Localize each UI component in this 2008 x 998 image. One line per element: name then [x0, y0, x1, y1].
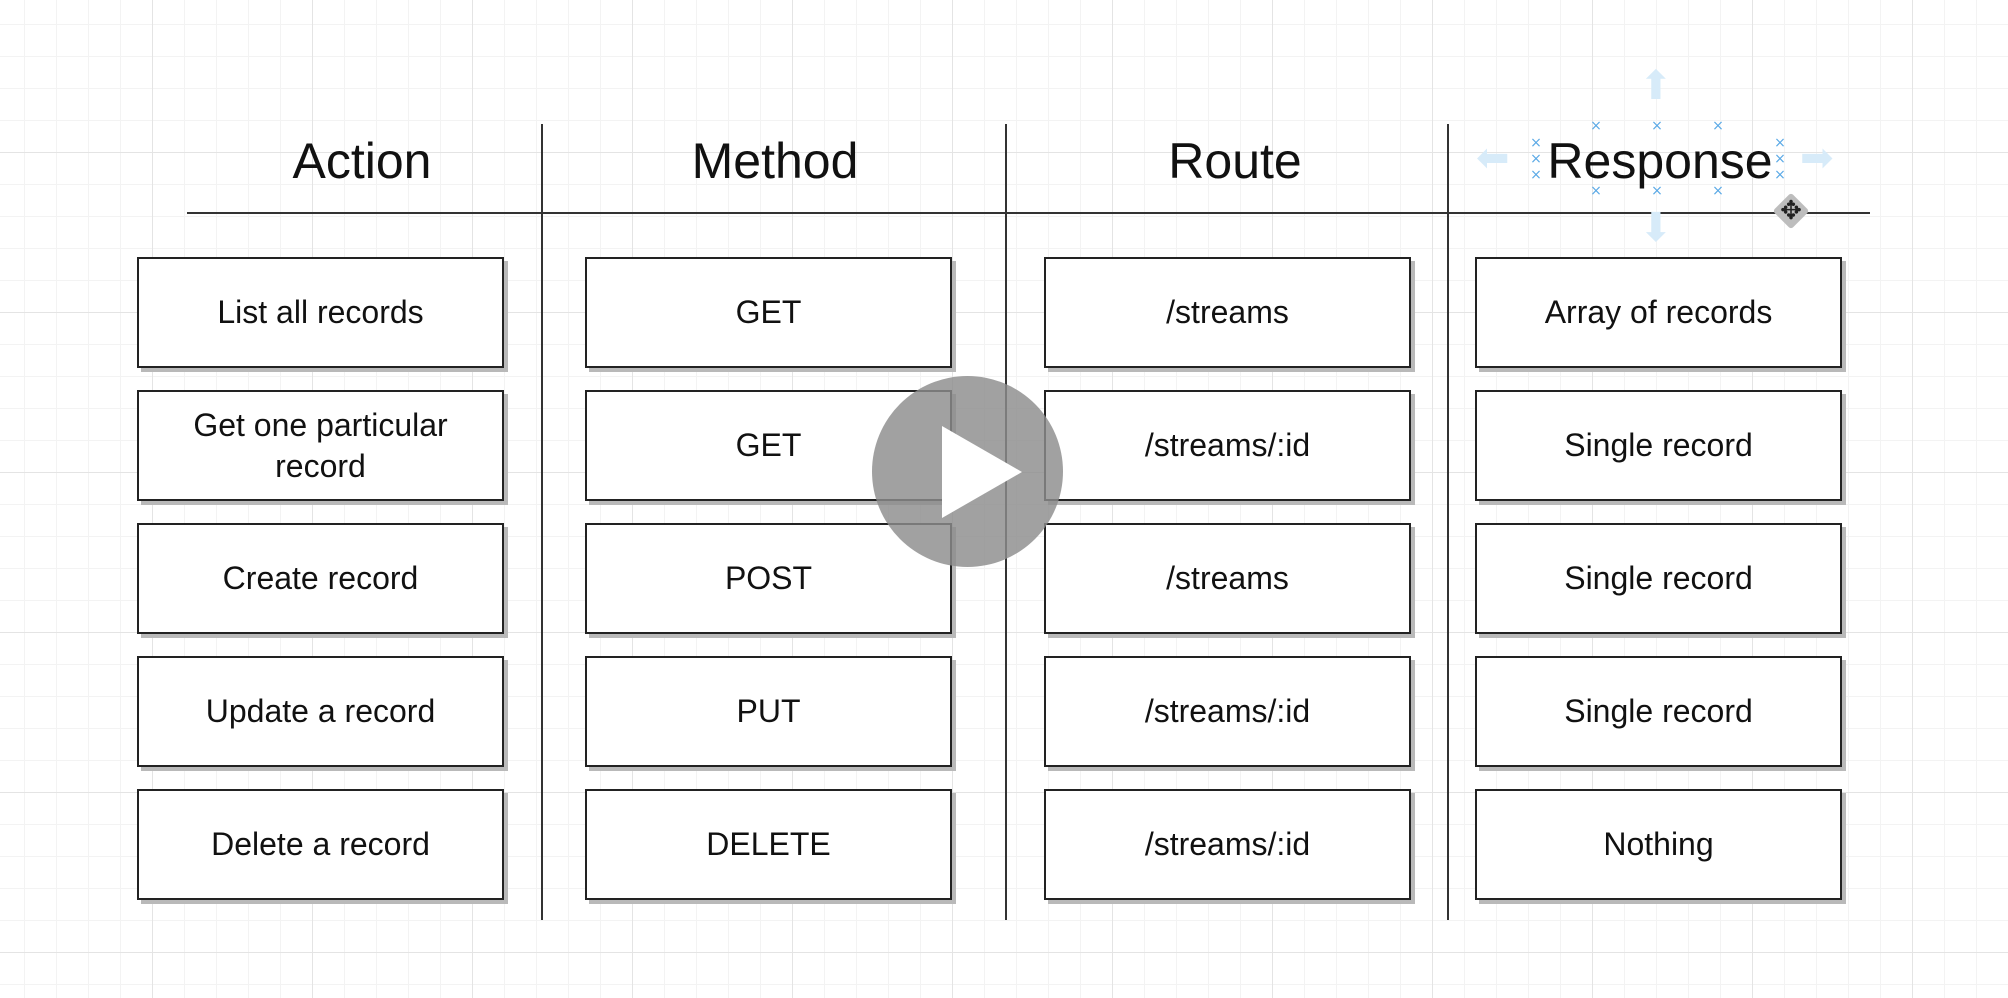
- cell-response-update[interactable]: Single record: [1475, 656, 1842, 767]
- cell-route-delete[interactable]: /streams/:id: [1044, 789, 1411, 900]
- cell-method-delete[interactable]: DELETE: [585, 789, 952, 900]
- cell-method-create[interactable]: POST: [585, 523, 952, 634]
- header-action[interactable]: Action: [187, 122, 537, 200]
- column-divider-1[interactable]: [541, 124, 543, 920]
- arrow-down-icon[interactable]: ⬇: [1639, 208, 1673, 248]
- cell-action-update[interactable]: Update a record: [137, 656, 504, 767]
- cell-route-get-one[interactable]: /streams/:id: [1044, 390, 1411, 501]
- cell-route-create[interactable]: /streams: [1044, 523, 1411, 634]
- header-route[interactable]: Route: [1045, 122, 1425, 200]
- cell-action-delete[interactable]: Delete a record: [137, 789, 504, 900]
- move-cursor-icon: ✥: [1780, 196, 1802, 226]
- cell-response-list-all[interactable]: Array of records: [1475, 257, 1842, 368]
- cell-response-delete[interactable]: Nothing: [1475, 789, 1842, 900]
- header-divider-line[interactable]: [187, 212, 1870, 214]
- diagram-canvas[interactable]: Action Method Route Response List all re…: [0, 0, 2008, 998]
- column-divider-3[interactable]: [1447, 124, 1449, 920]
- cell-action-get-one[interactable]: Get one particular record: [137, 390, 504, 501]
- cell-method-list-all[interactable]: GET: [585, 257, 952, 368]
- play-icon: [942, 426, 1022, 518]
- cell-response-create[interactable]: Single record: [1475, 523, 1842, 634]
- play-button[interactable]: [872, 376, 1063, 567]
- header-method[interactable]: Method: [585, 122, 965, 200]
- cell-action-create[interactable]: Create record: [137, 523, 504, 634]
- header-response[interactable]: Response: [1488, 122, 1832, 200]
- cell-action-list-all[interactable]: List all records: [137, 257, 504, 368]
- cell-response-get-one[interactable]: Single record: [1475, 390, 1842, 501]
- cell-route-list-all[interactable]: /streams: [1044, 257, 1411, 368]
- cell-method-update[interactable]: PUT: [585, 656, 952, 767]
- cell-route-update[interactable]: /streams/:id: [1044, 656, 1411, 767]
- arrow-up-icon[interactable]: ⬆: [1639, 66, 1673, 106]
